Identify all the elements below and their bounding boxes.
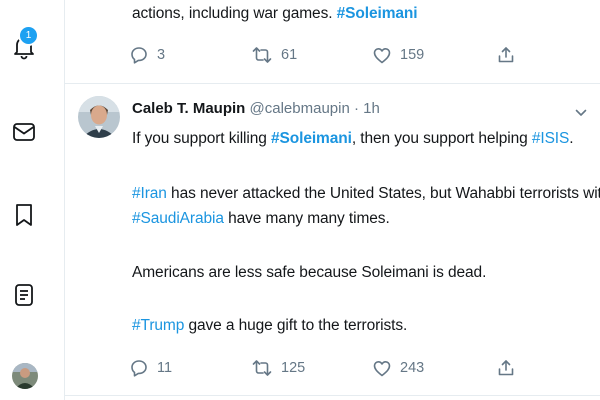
reply-icon [131, 47, 147, 64]
hashtag-link[interactable]: #Trump [132, 317, 184, 334]
tweet-text-line-3: #SaudiArabia have many many times. [132, 210, 390, 227]
like-count: 243 [400, 360, 425, 376]
tweet-menu-button[interactable] [575, 104, 587, 122]
tweet-timestamp[interactable]: 1h [363, 100, 380, 117]
hashtag-link[interactable]: #Soleimani [271, 130, 352, 147]
author-name[interactable]: Caleb T. Maupin [132, 100, 245, 117]
reply-count: 3 [157, 47, 166, 63]
list-icon [15, 284, 33, 306]
like-count: 159 [400, 47, 425, 63]
share-button[interactable] [497, 356, 515, 380]
heart-icon [373, 360, 391, 376]
author-avatar[interactable] [78, 96, 120, 138]
tweet-actions: 11 125 243 [65, 356, 600, 380]
tweet-header: Caleb T. Maupin @calebmaupin · 1h [132, 100, 380, 117]
reply-button[interactable]: 3 [130, 43, 165, 67]
tweet-divider [65, 395, 600, 396]
author-handle[interactable]: @calebmaupin [250, 100, 350, 117]
tweet-previous-actions: 3 61 159 [65, 43, 600, 67]
lists-button[interactable] [10, 281, 38, 309]
chevron-down-icon [575, 109, 587, 116]
tweet-text-line-1: If you support killing #Soleimani, then … [132, 130, 574, 147]
reply-count: 11 [157, 360, 173, 376]
hashtag-link[interactable]: #Soleimani [337, 5, 418, 22]
twitter-timeline: 1 actions, including war games. #Soleima… [0, 0, 600, 400]
share-icon [498, 47, 514, 63]
heart-icon [373, 47, 391, 63]
tweet-previous[interactable]: actions, including war games. #Soleimani… [65, 0, 600, 82]
notifications-badge: 1 [18, 25, 39, 46]
hashtag-link[interactable]: #Iran [132, 185, 167, 202]
share-icon [498, 360, 514, 376]
timeline-feed: actions, including war games. #Soleimani… [65, 0, 600, 400]
messages-button[interactable] [10, 118, 38, 146]
reply-icon [131, 360, 147, 377]
envelope-icon [13, 123, 35, 141]
profile-avatar-button[interactable] [12, 363, 38, 389]
tweet[interactable]: Caleb T. Maupin @calebmaupin · 1h If you… [65, 84, 600, 400]
meta-separator: · [353, 100, 359, 117]
retweet-button[interactable]: 125 [252, 356, 305, 380]
bookmarks-button[interactable] [10, 201, 38, 229]
tweet-previous-text: actions, including war games. #Soleimani [132, 5, 418, 22]
nav-rail: 1 [0, 0, 64, 400]
like-button[interactable]: 243 [373, 356, 424, 380]
author-avatar-image [78, 96, 120, 138]
like-button[interactable]: 159 [373, 43, 424, 67]
tweet-text-line-5: #Trump gave a huge gift to the terrorist… [132, 317, 408, 334]
retweet-count: 61 [281, 47, 298, 63]
tweet-text-line-2: #Iran has never attacked the United Stat… [132, 185, 600, 202]
retweet-button[interactable]: 61 [252, 43, 297, 67]
tweet-text-line-4: Americans are less safe because Soleiman… [132, 264, 487, 281]
hashtag-link[interactable]: #SaudiArabia [132, 210, 224, 227]
profile-avatar-image [12, 363, 38, 389]
hashtag-link[interactable]: #ISIS [532, 130, 570, 147]
bookmark-icon [16, 204, 32, 226]
retweet-count: 125 [281, 360, 306, 376]
retweet-icon [252, 47, 272, 63]
share-button[interactable] [497, 43, 515, 67]
retweet-icon [252, 360, 272, 376]
reply-button[interactable]: 11 [130, 356, 172, 380]
